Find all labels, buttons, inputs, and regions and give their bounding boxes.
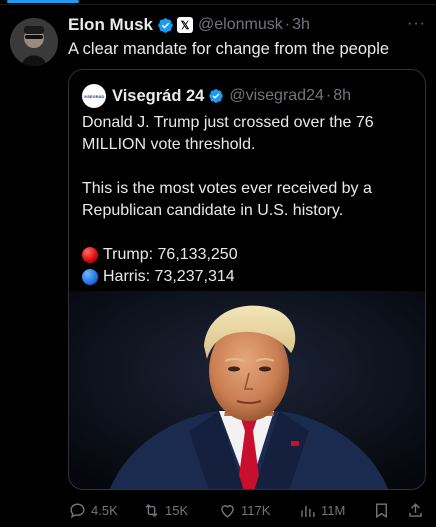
separator: · — [284, 16, 291, 33]
quoted-paragraph: Donald J. Trump just crossed over the 76… — [82, 114, 374, 153]
views-icon — [301, 505, 315, 517]
like-count: 117K — [241, 502, 271, 518]
reply-button[interactable]: 4.5K — [68, 501, 118, 520]
verified-badge-icon — [158, 17, 173, 33]
red-circle-icon — [82, 247, 98, 263]
bookmark-icon — [376, 502, 387, 518]
view-count: 11M — [321, 502, 346, 518]
author-avatar[interactable] — [10, 18, 58, 66]
like-icon — [221, 504, 234, 518]
like-button[interactable]: 117K — [218, 501, 270, 520]
quoted-author-handle: @visegrad24 — [229, 87, 324, 104]
reply-icon — [70, 502, 85, 518]
action-bar: 4.5K 15K 117K 11M — [68, 497, 426, 523]
tab-indicator — [7, 0, 79, 3]
quoted-time: 8h — [333, 87, 351, 104]
tweet-time[interactable]: 3h — [292, 16, 310, 34]
tweet-text: A clear mandate for change from the peop… — [68, 40, 390, 58]
harris-line: Harris: 73,237,314 — [82, 266, 412, 288]
tweet-header: Elon Musk 𝕏 @elonmusk · 3h ··· — [68, 13, 426, 37]
separator: · — [325, 87, 332, 104]
quoted-header: VISEGRÁD Visegrád 24 @visegrad24 · 8h — [82, 84, 351, 108]
share-icon — [409, 502, 422, 517]
quoted-avatar-logo: VISEGRÁD — [83, 93, 105, 99]
share-button[interactable] — [406, 501, 429, 520]
retweet-count: 15K — [165, 502, 189, 518]
views-button[interactable]: 11M — [298, 501, 345, 520]
trump-vote-count: Trump: 76,133,250 — [103, 246, 238, 263]
retweet-button[interactable]: 15K — [142, 501, 188, 520]
quoted-author-name: Visegrád 24 — [112, 86, 205, 105]
quoted-avatar: VISEGRÁD — [82, 84, 106, 108]
author-name[interactable]: Elon Musk — [68, 15, 153, 35]
author-handle[interactable]: @elonmusk — [198, 16, 283, 34]
quoted-text: Donald J. Trump just crossed over the 76… — [82, 112, 412, 288]
reply-count: 4.5K — [91, 502, 118, 518]
x-affiliation-icon: 𝕏 — [177, 17, 194, 33]
bookmark-button[interactable] — [372, 501, 395, 520]
verified-badge-icon — [209, 89, 224, 103]
divider — [0, 4, 436, 5]
more-icon[interactable]: ··· — [407, 15, 426, 33]
retweet-icon — [145, 503, 158, 517]
harris-vote-count: Harris: 73,237,314 — [103, 268, 235, 285]
quoted-tweet[interactable]: VISEGRÁD Visegrád 24 @visegrad24 · 8h Do… — [68, 69, 426, 490]
quoted-paragraph: This is the most votes ever received by … — [82, 180, 372, 219]
blue-circle-icon — [82, 269, 98, 285]
trump-line: Trump: 76,133,250 — [82, 244, 412, 266]
quoted-media-image[interactable] — [69, 291, 425, 489]
